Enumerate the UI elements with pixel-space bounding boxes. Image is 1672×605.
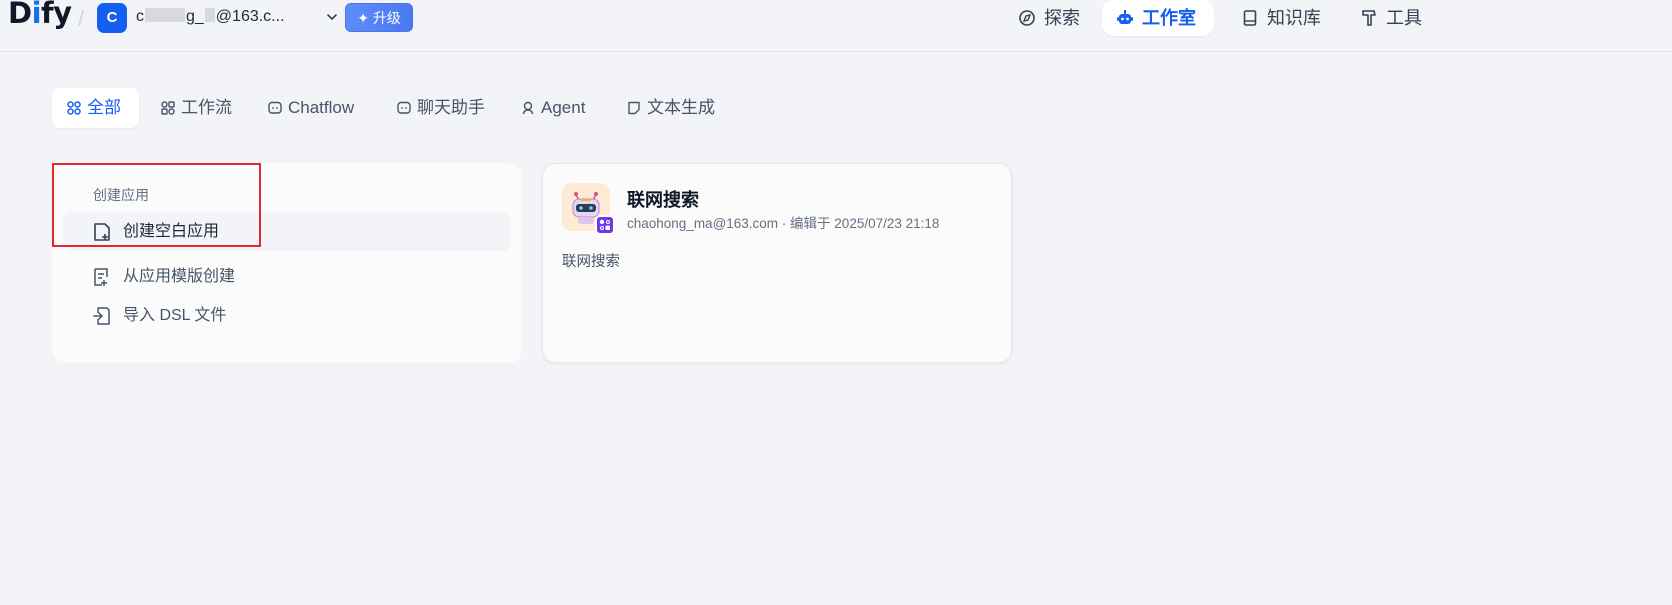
workspace-email[interactable]: c g_ @163.c...: [136, 8, 285, 26]
document-icon: [628, 101, 640, 115]
file-plus-icon: [94, 223, 110, 241]
redaction-mask: [204, 8, 215, 22]
create-app-card: 创建应用 创建空白应用 从应用模版创建 导入 DSL 文件: [52, 163, 522, 363]
tab-chat-assistant[interactable]: 聊天助手: [397, 88, 485, 128]
workflow-icon: [599, 219, 610, 230]
app-card[interactable]: 联网搜索 chaohong_ma@163.com · 编辑于 2025/07/2…: [542, 163, 1012, 363]
tab-text-generation[interactable]: 文本生成: [627, 88, 715, 128]
compass-icon: [1019, 10, 1035, 26]
import-dsl-button[interactable]: 导入 DSL 文件: [63, 296, 511, 335]
workspace-avatar[interactable]: C: [97, 3, 127, 33]
nav-explore[interactable]: 探索: [1018, 0, 1080, 36]
grid-icon: [67, 101, 81, 115]
tab-all[interactable]: 全部: [52, 88, 139, 128]
tab-workflow[interactable]: 工作流: [161, 88, 232, 128]
redaction-mask: [145, 8, 185, 22]
app-type-badge: [595, 215, 615, 235]
template-icon: [94, 268, 108, 286]
robot-icon: [1117, 10, 1133, 24]
app-name: 联网搜索: [627, 190, 699, 210]
top-bar: Dify / C c g_ @163.c... ✦ 升级 探索 工作室 知识库 工具: [0, 0, 1672, 52]
nav-knowledge[interactable]: 知识库: [1241, 0, 1321, 36]
agent-icon: [522, 101, 534, 115]
upgrade-button[interactable]: ✦ 升级: [345, 3, 413, 32]
chat-bubble-icon: [397, 101, 411, 114]
dify-logo[interactable]: Dify: [8, 0, 72, 30]
chevron-down-icon[interactable]: [324, 9, 340, 25]
chat-bubble-icon: [268, 101, 282, 114]
app-meta: chaohong_ma@163.com · 编辑于 2025/07/23 21:…: [627, 216, 940, 231]
hammer-icon: [1362, 10, 1376, 26]
workflow-icon: [161, 101, 175, 115]
create-blank-app-button[interactable]: 创建空白应用: [63, 212, 511, 251]
create-app-title: 创建应用: [93, 187, 149, 203]
book-icon: [1243, 10, 1257, 26]
tab-chatflow[interactable]: Chatflow: [268, 88, 354, 128]
sparkle-icon: ✦: [357, 10, 369, 26]
breadcrumb-separator: /: [78, 6, 85, 31]
create-from-template-button[interactable]: 从应用模版创建: [63, 257, 511, 296]
nav-studio[interactable]: 工作室: [1102, 0, 1214, 36]
app-description: 联网搜索: [562, 254, 620, 270]
nav-tools[interactable]: 工具: [1360, 0, 1422, 36]
tab-agent[interactable]: Agent: [521, 88, 585, 128]
file-import-icon: [93, 307, 110, 325]
